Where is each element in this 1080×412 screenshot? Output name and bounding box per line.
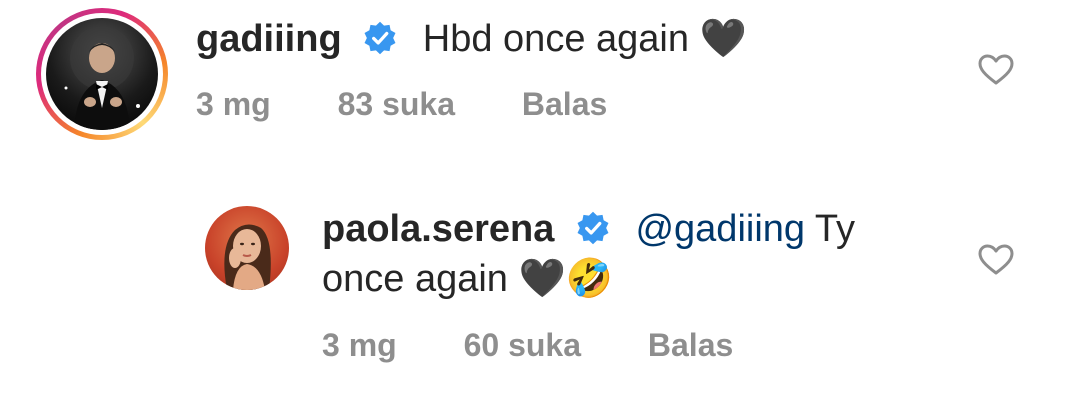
comment-body-continued: once again (322, 258, 519, 300)
man-in-tuxedo-icon (64, 26, 140, 130)
comment-text-line1: paola.serena @gadiiing Ty (322, 206, 855, 252)
timestamp: 3 mg (196, 86, 271, 122)
verified-badge-icon (364, 21, 396, 55)
woman-icon (224, 224, 271, 290)
like-count[interactable]: 60 suka (464, 327, 581, 364)
like-heart-icon[interactable] (976, 240, 1016, 280)
comment-body: Ty (805, 208, 856, 250)
comment-meta: 3 mg 60 suka Balas (322, 327, 733, 364)
heart-and-laughing-emoji: 🖤🤣 (518, 258, 614, 300)
comment-meta: 3 mg 83 suka Balas (196, 86, 607, 123)
avatar[interactable] (205, 206, 289, 290)
comment-text-line2: once again 🖤🤣 (322, 256, 613, 302)
comment-gadiiing: gadiiing Hbd once again 🖤 3 mg 83 suka B… (0, 0, 1080, 170)
reply-button[interactable]: Balas (648, 327, 733, 364)
mention-link[interactable]: @gadiiing (635, 208, 805, 250)
comment-text: gadiiing Hbd once again 🖤 (196, 16, 747, 62)
like-count[interactable]: 83 suka (338, 86, 455, 123)
avatar[interactable] (46, 18, 158, 130)
story-ring[interactable] (36, 8, 168, 140)
username[interactable]: gadiiing (196, 18, 342, 60)
verified-badge-icon (577, 211, 609, 245)
timestamp: 3 mg (322, 327, 397, 363)
black-heart-emoji: 🖤 (699, 18, 747, 60)
like-heart-icon[interactable] (976, 50, 1016, 90)
username[interactable]: paola.serena (322, 208, 554, 250)
comment-body: Hbd once again (422, 18, 689, 60)
reply-button[interactable]: Balas (522, 86, 607, 123)
comment-paola-serena: paola.serena @gadiiing Ty once again 🖤🤣 … (0, 190, 1080, 412)
